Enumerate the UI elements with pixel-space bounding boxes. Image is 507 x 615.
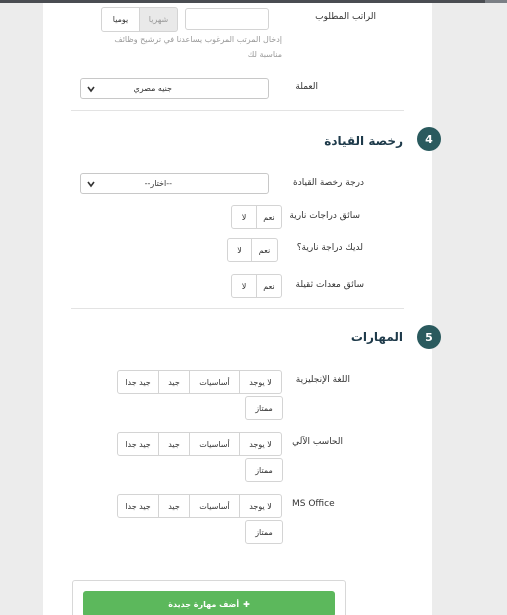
section-number-5: 5 — [417, 325, 441, 349]
salary-label: الراتب المطلوب — [315, 12, 376, 22]
skill-levels-ms-office: جيد جدا جيد أساسيات لا يوجد — [117, 494, 282, 518]
currency-value: جنيه مصري — [133, 84, 172, 93]
level-basic-button[interactable]: أساسيات — [189, 370, 240, 394]
top-bar-highlight — [485, 0, 507, 3]
period-monthly-button[interactable]: شهريا — [139, 7, 178, 32]
license-degree-select[interactable]: --اختار-- — [80, 173, 269, 194]
level-very-good-button[interactable]: جيد جدا — [117, 370, 159, 394]
license-degree-label: درجة رخصة القيادة — [293, 178, 364, 188]
bike-driver-label: سائق دراجات نارية — [289, 211, 360, 221]
salary-input[interactable] — [185, 8, 269, 30]
level-excellent-button[interactable]: ممتاز — [245, 458, 283, 482]
level-good-button[interactable]: جيد — [158, 432, 190, 456]
add-skill-label: أضف مهارة جديدة — [168, 599, 240, 609]
plus-icon: ✚ — [243, 599, 250, 609]
heavy-equipment-label: سائق معدات ثقيلة — [295, 280, 364, 290]
bike-driver-no-button[interactable]: لا — [231, 205, 257, 229]
bike-driver-toggle: لا نعم — [231, 205, 282, 229]
level-good-button[interactable]: جيد — [158, 370, 190, 394]
level-basic-button[interactable]: أساسيات — [189, 494, 240, 518]
divider — [71, 308, 404, 309]
license-degree-value: --اختار-- — [144, 179, 172, 188]
salary-hint: إدخال المرتب المرغوب يساعدنا في ترشيح وظ… — [100, 32, 282, 62]
has-bike-toggle: لا نعم — [227, 238, 278, 262]
section-title-skills: المهارات — [350, 330, 403, 344]
level-excellent-button[interactable]: ممتاز — [245, 520, 283, 544]
divider — [71, 110, 404, 111]
level-very-good-button[interactable]: جيد جدا — [117, 494, 159, 518]
salary-hint-line2: مناسبة لك — [247, 50, 282, 59]
skill-name-computer: الحاسب الآلي — [292, 437, 343, 447]
level-none-button[interactable]: لا يوجد — [239, 370, 282, 394]
level-excellent-button[interactable]: ممتاز — [245, 396, 283, 420]
has-bike-yes-button[interactable]: نعم — [251, 238, 278, 262]
chevron-down-icon — [87, 86, 95, 93]
skill-name-english: اللغة الإنجليزية — [295, 375, 350, 385]
skill-levels-english: جيد جدا جيد أساسيات لا يوجد — [117, 370, 282, 394]
level-very-good-button[interactable]: جيد جدا — [117, 432, 159, 456]
section-title-license: رخصة القيادة — [324, 134, 403, 148]
has-bike-no-button[interactable]: لا — [227, 238, 252, 262]
has-bike-label: لديك دراجة نارية؟ — [296, 243, 363, 253]
section-number-4: 4 — [417, 127, 441, 151]
bike-driver-yes-button[interactable]: نعم — [256, 205, 282, 229]
heavy-equipment-no-button[interactable]: لا — [231, 274, 257, 298]
level-good-button[interactable]: جيد — [158, 494, 190, 518]
period-daily-button[interactable]: يوميا — [101, 7, 140, 32]
level-none-button[interactable]: لا يوجد — [239, 432, 282, 456]
currency-select[interactable]: جنيه مصري — [80, 78, 269, 99]
salary-hint-line1: إدخال المرتب المرغوب يساعدنا في ترشيح وظ… — [114, 35, 282, 44]
skill-levels-computer: جيد جدا جيد أساسيات لا يوجد — [117, 432, 282, 456]
skill-name-ms-office: MS Office — [292, 499, 335, 509]
heavy-equipment-yes-button[interactable]: نعم — [256, 274, 282, 298]
level-none-button[interactable]: لا يوجد — [239, 494, 282, 518]
chevron-down-icon — [87, 181, 95, 188]
heavy-equipment-toggle: لا نعم — [231, 274, 282, 298]
add-skill-button[interactable]: ✚ أضف مهارة جديدة — [83, 591, 335, 615]
currency-label: العملة — [295, 82, 318, 92]
salary-period-toggle: يوميا شهريا — [101, 7, 178, 32]
level-basic-button[interactable]: أساسيات — [189, 432, 240, 456]
